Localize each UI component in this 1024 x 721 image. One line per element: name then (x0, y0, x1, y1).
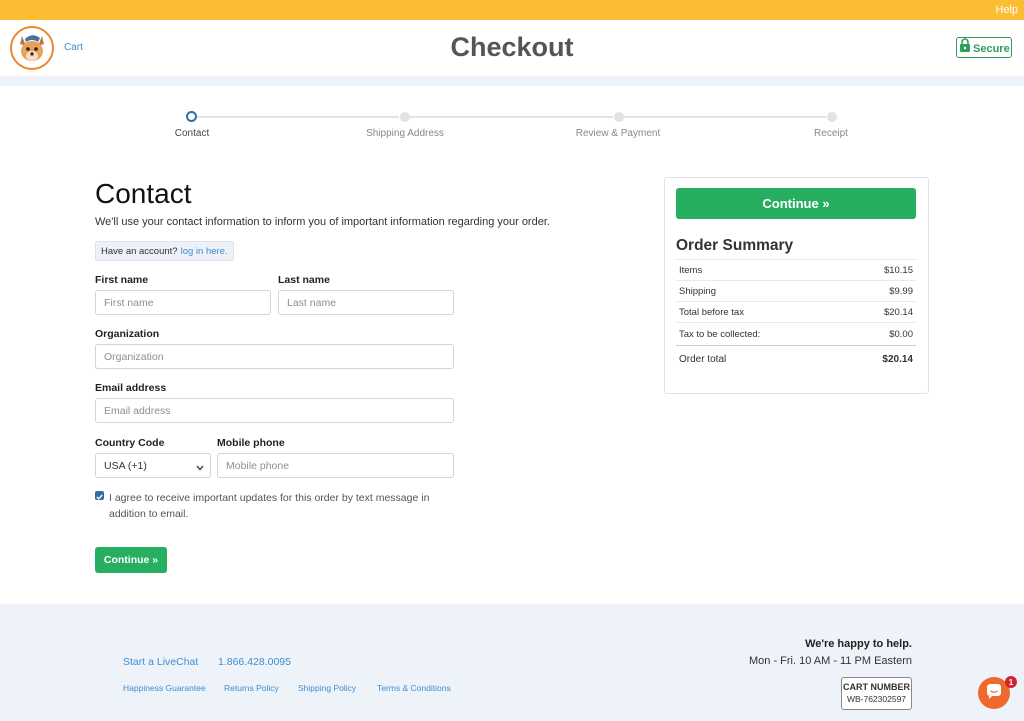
order-summary-title: Order Summary (676, 237, 794, 254)
footer-link-shipping-policy[interactable]: Shipping Policy (298, 683, 356, 693)
cart-number-title: CART NUMBER (843, 682, 910, 692)
order-total-label: Order total (679, 354, 727, 365)
cart-number-value: WB-762302597 (846, 694, 907, 704)
order-total-value: $20.14 (882, 354, 913, 365)
country-code-label: Country Code (95, 437, 165, 449)
first-name-input[interactable] (95, 290, 271, 315)
page-title: Checkout (450, 32, 574, 62)
secure-label: Secure (973, 42, 1010, 55)
footer-link-returns-policy[interactable]: Returns Policy (224, 683, 279, 693)
last-name-input[interactable] (278, 290, 454, 315)
sms-consent-checkbox[interactable] (95, 491, 104, 500)
country-code-select[interactable]: USA (+1) (95, 453, 211, 478)
login-link[interactable]: log in here. (181, 246, 228, 257)
contact-heading: Contact (95, 178, 192, 209)
summary-row-items: Items $10.15 (676, 260, 916, 281)
step-dot-contact (186, 111, 197, 122)
summary-row-value: $9.99 (889, 285, 913, 297)
organization-input[interactable] (95, 344, 454, 369)
step-dot-receipt (827, 112, 837, 122)
cart-number-box: CART NUMBER WB-762302597 (841, 677, 912, 710)
summary-row-label: Tax to be collected: (679, 329, 761, 340)
step-dot-review (614, 112, 624, 122)
help-heading: We're happy to help. (805, 638, 912, 650)
header-divider (0, 76, 1024, 86)
summary-row-label: Items (679, 264, 703, 276)
account-prompt-box: Have an account? log in here. (95, 241, 234, 261)
progress-line (410, 116, 613, 118)
continue-button[interactable]: Continue » (95, 547, 167, 573)
summary-row-label: Shipping (679, 285, 716, 297)
phone-link[interactable]: 1.866.428.0095 (218, 656, 291, 668)
summary-continue-button[interactable]: Continue » (676, 188, 916, 219)
contact-intro: We'll use your contact information to in… (95, 216, 550, 228)
mobile-phone-input[interactable] (217, 453, 454, 478)
header: Cart Checkout Secure (0, 20, 1024, 76)
chat-notification-badge: 1 (1005, 676, 1017, 688)
summary-row-label: Total before tax (679, 306, 744, 318)
step-review-payment: Review & Payment (575, 128, 661, 139)
email-label: Email address (95, 382, 167, 394)
step-shipping-address: Shipping Address (366, 128, 444, 139)
step-contact: Contact (174, 128, 210, 139)
secure-badge: Secure (956, 37, 1012, 58)
checkmark-icon (96, 487, 103, 505)
help-link[interactable]: Help (995, 4, 1018, 16)
chat-icon (986, 683, 1002, 704)
summary-row-tax: Tax to be collected: $0.00 (676, 324, 916, 345)
summary-row-total-before-tax: Total before tax $20.14 (676, 302, 916, 323)
progress-line (624, 116, 826, 118)
step-receipt: Receipt (814, 128, 848, 139)
country-code-value: USA (+1) (104, 459, 147, 472)
email-input[interactable] (95, 398, 454, 423)
sms-consent-text: I agree to receive important updates for… (109, 492, 430, 520)
lock-icon (959, 38, 971, 57)
summary-row-shipping: Shipping $9.99 (676, 281, 916, 302)
summary-row-order-total: Order total $20.14 (676, 349, 916, 370)
organization-label: Organization (95, 328, 160, 340)
progress-line (197, 116, 399, 118)
summary-row-value: $10.15 (883, 264, 913, 276)
summary-row-value: $20.14 (883, 306, 913, 318)
top-bar: Help (0, 0, 1024, 20)
account-prompt: Have an account? (101, 245, 178, 257)
summary-row-value: $0.00 (889, 329, 913, 340)
support-hours: Mon - Fri. 10 AM - 11 PM Eastern (748, 655, 912, 667)
chevron-down-icon (196, 462, 204, 474)
last-name-label: Last name (278, 274, 330, 286)
first-name-label: First name (95, 274, 149, 286)
step-dot-shipping (400, 112, 410, 122)
checkout-progress: Contact Shipping Address Review & Paymen… (0, 108, 1024, 148)
mobile-phone-label: Mobile phone (217, 437, 285, 449)
footer-link-terms[interactable]: Terms & Conditions (377, 683, 451, 693)
livechat-link[interactable]: Start a LiveChat (123, 656, 198, 668)
footer-link-happiness-guarantee[interactable]: Happiness Guarantee (123, 683, 206, 693)
summary-total-divider (676, 345, 916, 346)
